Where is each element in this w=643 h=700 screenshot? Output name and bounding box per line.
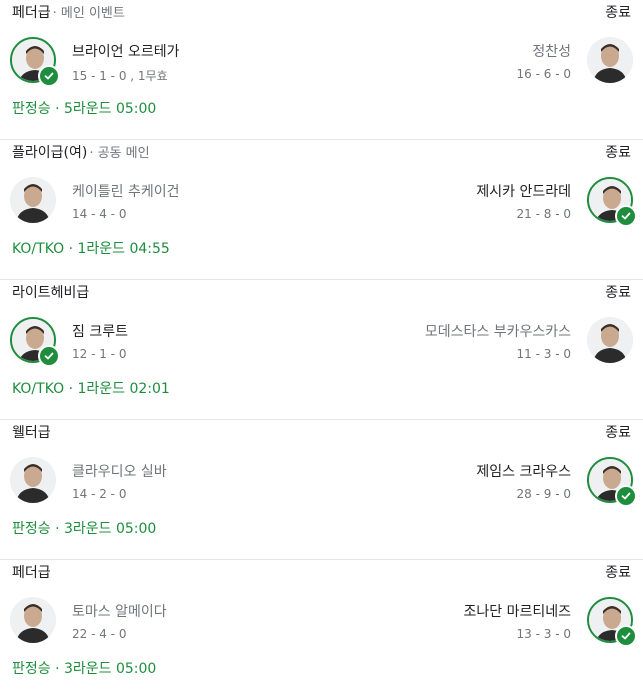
division-label: 플라이급(여)	[12, 145, 88, 161]
fighter-name-left[interactable]: 케이틀린 추케이건	[72, 183, 180, 201]
check-icon	[615, 205, 637, 227]
fighter-avatar-right[interactable]	[587, 37, 633, 83]
fight-header: 플라이급(여) · 공동 메인 종료	[12, 142, 631, 162]
fight-result: 판정승 · 3라운드 05:00	[12, 661, 157, 677]
fighter-avatar-left[interactable]	[10, 37, 60, 87]
fighter-record-left: 15 - 1 - 0 , 1무효	[72, 69, 168, 83]
event-subtitle: · 공동 메인	[89, 146, 150, 161]
fighter-avatar-right[interactable]	[587, 457, 637, 507]
fighters-row: 케이틀린 추케이건 14 - 4 - 0 제시카 안드라데 21 - 8 - 0	[10, 177, 637, 227]
division-label: 라이트헤비급	[12, 285, 90, 301]
fighter-record-left: 14 - 4 - 0	[72, 207, 127, 221]
fight-status: 종료	[605, 145, 631, 161]
division-label: 페더급	[12, 5, 51, 21]
fighters-row: 브라이언 오르테가 15 - 1 - 0 , 1무효 정찬성 16 - 6 - …	[10, 37, 633, 87]
fighter-record-right: 13 - 3 - 0	[516, 627, 571, 641]
fighter-record-left: 12 - 1 - 0	[72, 347, 127, 361]
fighter-name-left[interactable]: 토마스 알메이다	[72, 603, 167, 621]
fighter-avatar-icon	[587, 317, 633, 363]
fighter-name-left[interactable]: 짐 크루트	[72, 323, 128, 341]
fighter-avatar-icon	[10, 597, 56, 643]
fight-result: KO/TKO · 1라운드 02:01	[12, 381, 170, 397]
fight-result: 판정승 · 3라운드 05:00	[12, 521, 157, 537]
fighter-info-left: 클라우디오 실바 14 - 2 - 0	[72, 463, 167, 501]
fighter-avatar-left[interactable]	[10, 317, 60, 367]
fighter-name-right[interactable]: 제시카 안드라데	[476, 183, 571, 201]
fighter-name-left[interactable]: 클라우디오 실바	[72, 463, 167, 481]
fighter-avatar-icon	[587, 37, 633, 83]
fighter-name-right[interactable]: 모데스타스 부카우스카스	[425, 323, 571, 341]
fight-card[interactable]: 페더급 · 메인 이벤트 종료 브라이언 오르테가 15 - 1 - 0 , 1…	[0, 0, 643, 140]
fight-header: 페더급 종료	[12, 562, 631, 582]
fight-status: 종료	[605, 565, 631, 581]
fighter-record-right: 11 - 3 - 0	[516, 347, 571, 361]
fighter-info-left: 토마스 알메이다 22 - 4 - 0	[72, 603, 167, 641]
fighter-name-right[interactable]: 정찬성	[517, 43, 571, 61]
fighters-row: 토마스 알메이다 22 - 4 - 0 조나단 마르티네즈 13 - 3 - 0	[10, 597, 637, 647]
fight-header: 라이트헤비급 종료	[12, 282, 631, 302]
fighter-record-right: 28 - 9 - 0	[516, 487, 571, 501]
fighter-info-left: 브라이언 오르테가 15 - 1 - 0 , 1무효	[72, 43, 180, 84]
division-label: 페더급	[12, 565, 51, 581]
fighter-avatar-right[interactable]	[587, 177, 637, 227]
fighter-record-left: 22 - 4 - 0	[72, 627, 127, 641]
fighter-info-left: 짐 크루트 12 - 1 - 0	[72, 323, 128, 361]
fighter-record-left: 14 - 2 - 0	[72, 487, 127, 501]
fighter-name-left[interactable]: 브라이언 오르테가	[72, 43, 180, 61]
fight-header: 페더급 · 메인 이벤트 종료	[12, 2, 631, 22]
fight-result: KO/TKO · 1라운드 04:55	[12, 241, 170, 257]
fighter-avatar-left[interactable]	[10, 597, 56, 643]
fighter-avatar-right[interactable]	[587, 597, 637, 647]
fighter-name-right[interactable]: 제임스 크라우스	[476, 463, 571, 481]
event-subtitle: · 메인 이벤트	[52, 6, 125, 21]
check-icon	[615, 625, 637, 647]
fighters-row: 클라우디오 실바 14 - 2 - 0 제임스 크라우스 28 - 9 - 0	[10, 457, 637, 507]
fight-status: 종료	[605, 425, 631, 441]
fight-card[interactable]: 페더급 종료 토마스 알메이다 22 - 4 - 0 조나단 마르티네즈 13 …	[0, 560, 643, 700]
fighter-avatar-right[interactable]	[587, 317, 633, 363]
fight-header: 웰터급 종료	[12, 422, 631, 442]
check-icon	[38, 345, 60, 367]
fighter-record-right: 16 - 6 - 0	[516, 67, 571, 81]
fighter-avatar-icon	[10, 457, 56, 503]
fight-card[interactable]: 플라이급(여)· 공동 메인 종료 케이틀린 추케이건 14 - 4 - 0	[0, 140, 643, 280]
fighters-row: 짐 크루트 12 - 1 - 0 모데스타스 부카우스카스 11 - 3 - 0	[10, 317, 633, 367]
fighter-info-right: 제시카 안드라데 21 - 8 - 0	[476, 183, 571, 221]
fighter-info-right: 제임스 크라우스 28 - 9 - 0	[476, 463, 571, 501]
fighter-avatar-left[interactable]	[10, 177, 56, 223]
fight-status: 종료	[605, 5, 631, 21]
fight-result: 판정승 · 5라운드 05:00	[12, 101, 157, 117]
fighter-avatar-left[interactable]	[10, 457, 56, 503]
fighter-avatar-icon	[10, 177, 56, 223]
fight-results-list: 페더급 · 메인 이벤트 종료 브라이언 오르테가 15 - 1 - 0 , 1…	[0, 0, 643, 700]
check-icon	[38, 65, 60, 87]
fighter-info-right: 모데스타스 부카우스카스 11 - 3 - 0	[425, 323, 571, 361]
fighter-info-right: 조나단 마르티네즈 13 - 3 - 0	[464, 603, 572, 641]
fighter-info-right: 정찬성 16 - 6 - 0	[517, 43, 571, 81]
fighter-info-left: 케이틀린 추케이건 14 - 4 - 0	[72, 183, 180, 221]
fight-card[interactable]: 라이트헤비급 종료 짐 크루트 12 - 1 - 0 모데스타스 부카우스카스 …	[0, 280, 643, 420]
fighter-name-right[interactable]: 조나단 마르티네즈	[464, 603, 572, 621]
division-label: 웰터급	[12, 425, 51, 441]
fight-status: 종료	[605, 285, 631, 301]
fighter-record-right: 21 - 8 - 0	[516, 207, 571, 221]
check-icon	[615, 485, 637, 507]
fight-card[interactable]: 웰터급 종료 클라우디오 실바 14 - 2 - 0 제임스 크라우스 28 -…	[0, 420, 643, 560]
